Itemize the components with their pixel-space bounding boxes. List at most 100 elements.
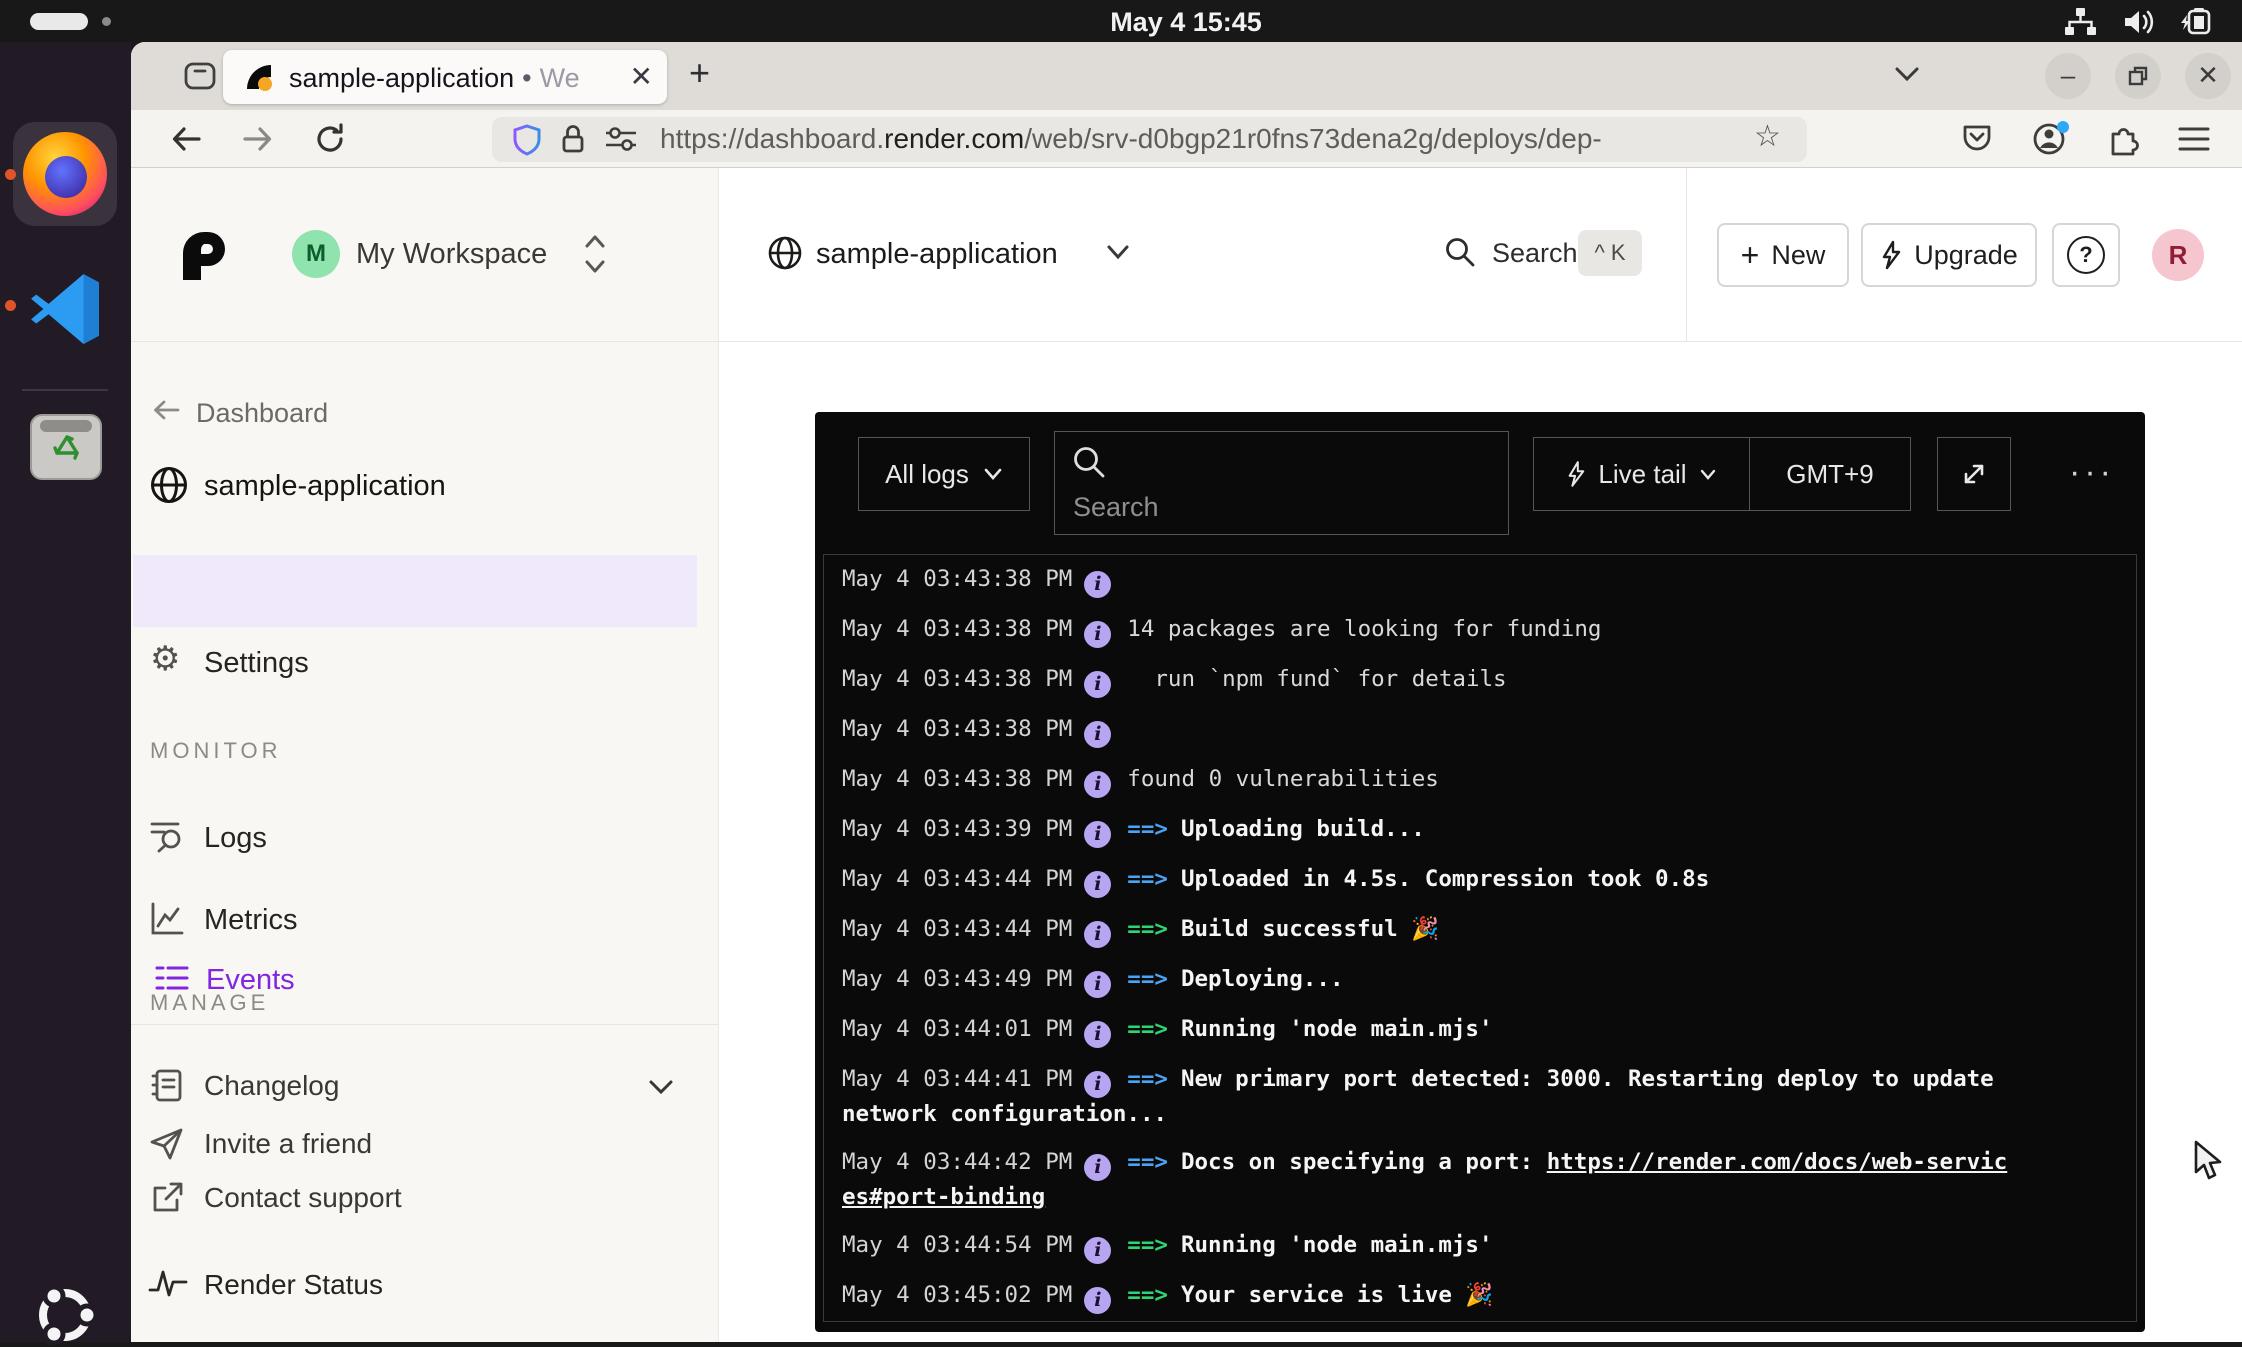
network-icon[interactable] (2062, 7, 2098, 37)
filter-chevron-down-icon (983, 467, 1003, 481)
maximize-button[interactable] (2115, 53, 2161, 99)
header-search-icon[interactable] (1444, 236, 1476, 268)
shield-icon[interactable] (512, 124, 542, 156)
log-message: Running 'node main.mjs' (1181, 1232, 1493, 1258)
service-globe-icon (766, 234, 804, 272)
dock-divider (22, 389, 108, 391)
log-arrow-green: ==> (1127, 916, 1168, 942)
battery-charging-icon[interactable] (2180, 7, 2220, 37)
log-rows: May 4 03:43:38 PMiMay 4 03:43:38 PMi14 p… (842, 563, 2118, 1314)
reload-icon[interactable] (312, 122, 348, 156)
header-search-label[interactable]: Search (1492, 238, 1578, 269)
tab-title: sample-application•We (289, 63, 580, 94)
url-domain: render.com (884, 123, 1024, 154)
new-button[interactable]: + New (1717, 223, 1849, 287)
plus-icon: + (1741, 237, 1760, 274)
render-status-pulse-icon (148, 1266, 188, 1302)
info-icon: i (1084, 771, 1111, 798)
sidebar-item-logs[interactable]: Logs (204, 822, 267, 855)
log-timestamp: May 4 03:43:44 PM (842, 866, 1072, 892)
log-timestamp: May 4 03:43:39 PM (842, 816, 1072, 842)
new-tab-button[interactable]: + (689, 52, 710, 94)
timezone-button[interactable]: GMT+9 (1750, 438, 1910, 510)
log-message: 14 packages are looking for funding (1127, 616, 1601, 642)
sidebar-item-contact-support[interactable]: Contact support (204, 1182, 402, 1214)
ubuntu-app-grid-icon[interactable] (33, 1283, 97, 1347)
tab-close-icon[interactable]: ✕ (630, 60, 653, 93)
info-icon: i (1084, 921, 1111, 948)
workspace-indicator-pill (30, 13, 88, 30)
firefox-icon[interactable] (23, 132, 107, 216)
minimize-button[interactable]: – (2045, 53, 2091, 99)
back-arrow-icon[interactable] (150, 396, 182, 424)
sidebar-item-invite[interactable]: Invite a friend (204, 1128, 372, 1160)
pocket-icon[interactable] (1960, 123, 1994, 155)
log-timestamp: May 4 03:43:44 PM (842, 916, 1072, 942)
sidebar-item-metrics[interactable]: Metrics (204, 904, 297, 937)
log-search-icon (1071, 444, 1107, 480)
log-timestamp: May 4 03:43:38 PM (842, 616, 1072, 642)
bookmark-star-icon[interactable]: ☆ (1754, 119, 1781, 154)
bolt-icon (1880, 240, 1902, 270)
manage-section-label: MANAGE (150, 990, 269, 1016)
url-text[interactable]: https://dashboard.render.com/web/srv-d0b… (660, 123, 2140, 155)
browser-tab[interactable]: sample-application•We ✕ (223, 50, 667, 104)
sidebar-service-name[interactable]: sample-application (204, 470, 446, 503)
info-icon: i (1084, 721, 1111, 748)
volume-icon[interactable] (2122, 7, 2156, 37)
system-clock[interactable]: May 4 15:45 (1110, 7, 1262, 38)
user-avatar[interactable]: R (2152, 229, 2204, 281)
sidebar-item-render-status[interactable]: Render Status (204, 1269, 383, 1301)
tab-separator: • (514, 63, 539, 93)
changelog-chevron-down-icon[interactable] (648, 1078, 674, 1096)
info-icon: i (1084, 821, 1111, 848)
workspace-updown-icon[interactable] (583, 232, 607, 276)
log-filter-dropdown[interactable]: All logs (858, 437, 1030, 511)
mouse-cursor (2192, 1140, 2230, 1184)
expand-logs-icon[interactable] (1937, 437, 2011, 511)
back-icon[interactable] (168, 122, 204, 156)
log-search-input[interactable]: Search (1054, 431, 1509, 535)
forward-icon[interactable] (240, 122, 276, 156)
render-logo[interactable] (175, 226, 233, 284)
log-panel-menu-icon[interactable]: ··· (2055, 437, 2129, 511)
account-icon[interactable] (2032, 121, 2072, 157)
workspace-indicator-dot (102, 17, 111, 26)
vscode-icon[interactable] (28, 270, 102, 344)
hamburger-menu-icon[interactable] (2178, 126, 2210, 152)
log-timestamp: May 4 03:44:42 PM (842, 1149, 1072, 1175)
sidebar-globe-icon (148, 464, 190, 506)
workspace-name[interactable]: My Workspace (356, 238, 547, 271)
firefox-view-icon[interactable] (183, 60, 217, 92)
log-timestamp: May 4 03:44:01 PM (842, 1016, 1072, 1042)
lock-icon[interactable] (558, 123, 588, 155)
workspace-avatar[interactable]: M (292, 230, 340, 278)
service-chevron-down-icon[interactable] (1106, 244, 1130, 260)
permissions-icon[interactable] (604, 126, 638, 152)
service-selector[interactable]: sample-application (816, 238, 1058, 271)
log-message: found 0 vulnerabilities (1127, 766, 1439, 792)
close-window-button[interactable]: ✕ (2185, 53, 2231, 99)
live-tail-button[interactable]: Live tail (1534, 438, 1750, 510)
sidebar-item-settings[interactable]: Settings (204, 647, 309, 680)
log-arrow-blue: ==> (1127, 1149, 1168, 1175)
log-row: May 4 03:44:01 PMi==>Running 'node main.… (842, 1013, 2118, 1048)
sidebar-item-events[interactable]: Events (133, 555, 697, 627)
log-message: Docs on specifying a port: (1181, 1149, 1547, 1175)
system-top-bar: May 4 15:45 (0, 0, 2242, 42)
log-message: Deploying... (1181, 966, 1344, 992)
log-message: Your service is live 🎉 (1181, 1282, 1493, 1308)
tab-list-chevron-icon[interactable] (1893, 64, 1921, 84)
log-row: May 4 03:43:49 PMi==>Deploying... (842, 963, 2118, 998)
help-button[interactable]: ? (2052, 223, 2120, 287)
info-icon: i (1084, 621, 1111, 648)
upgrade-button[interactable]: Upgrade (1861, 223, 2037, 287)
url-bar[interactable]: https://dashboard.render.com/web/srv-d0b… (492, 117, 1807, 162)
log-panel: All logs Search Live tail GMT+9 (815, 412, 2145, 1332)
sidebar-item-changelog[interactable]: Changelog (204, 1070, 339, 1102)
navigation-bar: https://dashboard.render.com/web/srv-d0b… (131, 110, 2242, 168)
log-output-area[interactable]: May 4 03:43:38 PMiMay 4 03:43:38 PMi14 p… (823, 554, 2137, 1322)
sidebar-item-dashboard[interactable]: Dashboard (196, 398, 328, 429)
extensions-puzzle-icon[interactable] (2106, 122, 2140, 156)
page-header: M My Workspace sample-application Search… (131, 168, 2242, 342)
